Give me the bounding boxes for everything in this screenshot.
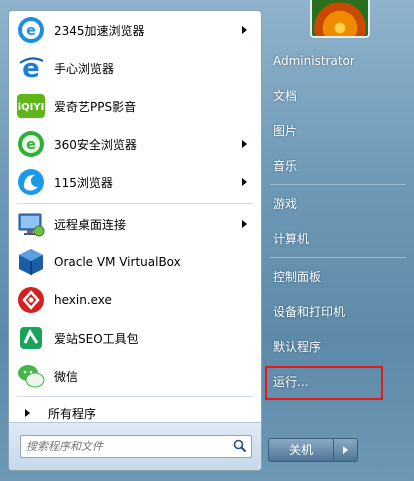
ie-shouxin-icon: e xyxy=(15,52,47,84)
svg-text:e: e xyxy=(26,23,36,39)
submenu-arrow-icon[interactable] xyxy=(242,178,247,186)
svg-text:e: e xyxy=(26,137,36,153)
run-highlight-box xyxy=(265,366,383,400)
expand-arrow-icon xyxy=(25,409,30,417)
program-item-iqiyi-pps[interactable]: iQIYI 爱奇艺PPS影音 xyxy=(13,89,257,123)
program-label: hexin.exe xyxy=(54,293,112,307)
program-item-wechat[interactable]: 微信 xyxy=(13,359,257,393)
ie-2345-icon: e xyxy=(15,14,47,46)
360-browser-icon: e xyxy=(15,128,47,160)
program-label: 远程桌面连接 xyxy=(54,217,127,232)
program-label: 手心浏览器 xyxy=(54,61,115,76)
program-item-2345-browser[interactable]: e 2345加速浏览器 xyxy=(13,13,257,47)
wechat-icon xyxy=(15,360,47,392)
program-item-virtualbox[interactable]: Oracle VM VirtualBox xyxy=(13,245,257,279)
link-documents[interactable]: 文档 xyxy=(273,86,297,106)
program-item-360-browser[interactable]: e 360安全浏览器 xyxy=(13,127,257,161)
program-label: 360安全浏览器 xyxy=(54,137,137,152)
search-bar xyxy=(9,422,261,470)
search-input[interactable] xyxy=(24,437,228,456)
program-label: 115浏览器 xyxy=(54,175,113,190)
aizhan-seo-icon xyxy=(15,322,47,354)
program-label: 微信 xyxy=(54,369,79,384)
hexin-icon xyxy=(15,284,47,316)
separator xyxy=(17,396,253,397)
program-item-shouxin-browser[interactable]: e 手心浏览器 xyxy=(13,51,257,85)
separator xyxy=(17,203,253,204)
link-devices-printers[interactable]: 设备和打印机 xyxy=(273,302,345,322)
program-item-115-browser[interactable]: 115浏览器 xyxy=(13,165,257,199)
iqiyi-pps-icon: iQIYI xyxy=(15,90,47,122)
submenu-arrow-icon[interactable] xyxy=(242,26,247,34)
search-box[interactable] xyxy=(20,435,252,458)
115-browser-icon xyxy=(15,166,47,198)
search-icon[interactable] xyxy=(233,439,247,453)
program-item-hexin[interactable]: hexin.exe xyxy=(13,283,257,317)
places-pane: Administrator 文档 图片 音乐 游戏 计算机 控制面板 设备和打印… xyxy=(262,0,414,481)
shutdown-button-group: 关机 xyxy=(268,438,358,462)
user-avatar[interactable] xyxy=(310,0,370,38)
program-label: 爱奇艺PPS影音 xyxy=(54,99,137,114)
separator xyxy=(270,184,406,185)
link-pictures[interactable]: 图片 xyxy=(273,121,297,141)
programs-pane: e 2345加速浏览器 e 手心浏览器 iQIYI 爱奇艺PPS影音 e 360… xyxy=(8,10,262,471)
chevron-right-icon xyxy=(343,446,348,454)
submenu-arrow-icon[interactable] xyxy=(242,140,247,148)
link-games[interactable]: 游戏 xyxy=(273,194,297,214)
link-control-panel[interactable]: 控制面板 xyxy=(273,267,321,287)
separator xyxy=(270,257,406,258)
virtualbox-icon xyxy=(15,246,47,278)
link-default-programs[interactable]: 默认程序 xyxy=(273,337,321,357)
start-menu: e 2345加速浏览器 e 手心浏览器 iQIYI 爱奇艺PPS影音 e 360… xyxy=(0,0,414,481)
program-label: 2345加速浏览器 xyxy=(54,23,145,38)
link-computer[interactable]: 计算机 xyxy=(273,229,309,249)
program-item-remote-desktop[interactable]: 远程桌面连接 xyxy=(13,207,257,241)
shutdown-button[interactable]: 关机 xyxy=(269,439,334,461)
shutdown-options-button[interactable] xyxy=(334,439,357,461)
remote-desktop-icon xyxy=(15,208,47,240)
link-user-folder[interactable]: Administrator xyxy=(273,51,355,71)
submenu-arrow-icon[interactable] xyxy=(242,220,247,228)
link-music[interactable]: 音乐 xyxy=(273,156,297,176)
program-label: Oracle VM VirtualBox xyxy=(54,255,181,269)
program-item-aizhan-seo[interactable]: 爱站SEO工具包 xyxy=(13,321,257,355)
svg-text:iQIYI: iQIYI xyxy=(18,102,45,113)
all-programs-label: 所有程序 xyxy=(48,406,97,421)
program-label: 爱站SEO工具包 xyxy=(54,331,139,346)
